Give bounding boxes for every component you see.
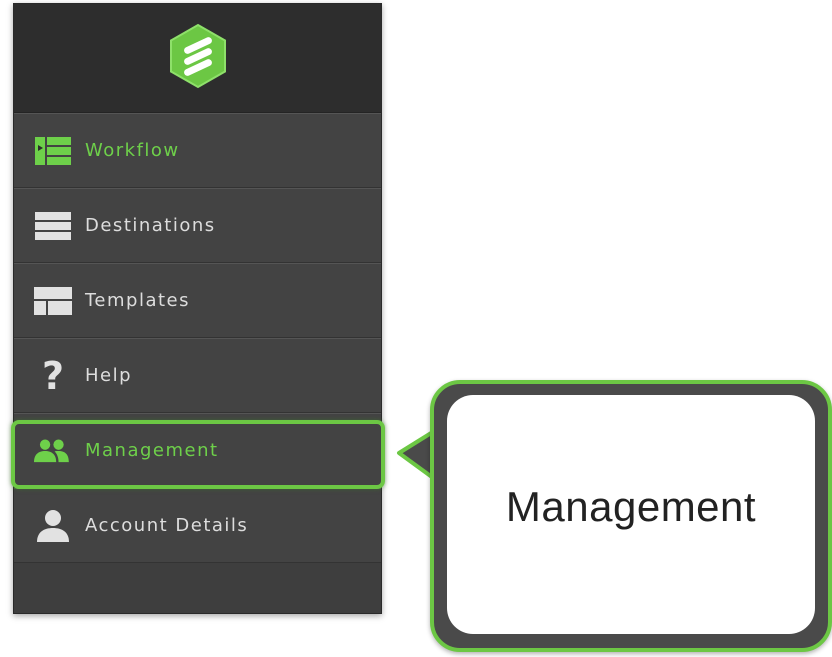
sidebar-item-label: Account Details xyxy=(85,515,249,536)
sidebar-item-templates[interactable]: Templates xyxy=(14,263,381,338)
sidebar-item-help[interactable]: ? Help xyxy=(14,338,381,413)
sidebar-item-destinations[interactable]: Destinations xyxy=(14,188,381,263)
svg-text:?: ? xyxy=(42,358,64,394)
sidebar-item-label: Help xyxy=(85,365,133,386)
list-icon xyxy=(34,210,72,242)
question-icon: ? xyxy=(34,358,72,394)
sidebar-item-label: Workflow xyxy=(85,140,180,161)
sidebar-header xyxy=(14,4,381,113)
brand-hexagon-logo-icon[interactable] xyxy=(165,23,231,93)
management-highlight-frame xyxy=(11,420,385,489)
callout-bubble: Management xyxy=(430,380,832,652)
workflow-icon xyxy=(34,135,72,167)
callout-text: Management xyxy=(505,482,757,530)
sidebar-item-account-details[interactable]: Account Details xyxy=(14,488,381,563)
sidebar-item-label: Templates xyxy=(85,290,191,311)
user-icon xyxy=(34,509,72,542)
sidebar-item-label: Destinations xyxy=(85,215,216,236)
sidebar: Workflow Destinations Templates ? Help M… xyxy=(13,3,382,614)
callout-body: Management xyxy=(447,395,815,634)
callout: Management xyxy=(396,380,832,652)
sidebar-item-workflow[interactable]: Workflow xyxy=(14,113,381,188)
layout-icon xyxy=(34,285,72,317)
